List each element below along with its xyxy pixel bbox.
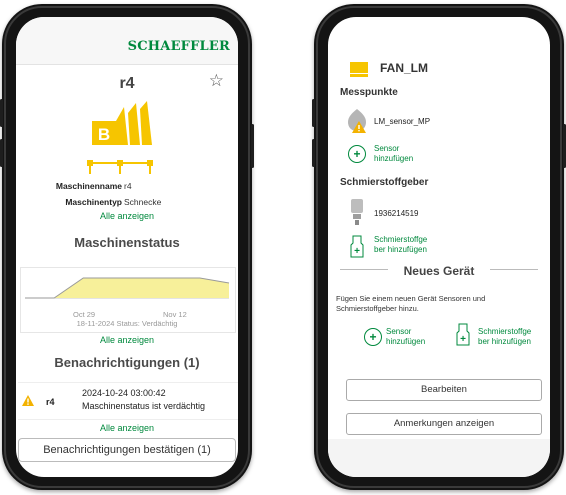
show-all-details-link[interactable]: Alle anzeigen bbox=[16, 211, 238, 221]
show-notes-button[interactable]: Anmerkungen anzeigen bbox=[346, 413, 542, 435]
new-sensor-icon[interactable] bbox=[364, 328, 382, 346]
add-sensor-link[interactable]: Sensor hinzufügen bbox=[374, 144, 413, 164]
show-all-notifications-link[interactable]: Alle anzeigen bbox=[16, 423, 238, 433]
new-device-info: Fügen Sie einem neuen Gerät Sensoren und… bbox=[336, 294, 486, 313]
add-lubricator-icon[interactable]: + bbox=[350, 235, 364, 259]
phone-frame-right: FAN_LM Messpunkte LM_sensor_MP Sensor hi… bbox=[312, 4, 566, 490]
x-tick-label: Nov 12 bbox=[163, 310, 187, 319]
measure-points-heading: Messpunkte bbox=[340, 87, 398, 98]
machine-name-label: Maschinenname bbox=[55, 181, 122, 191]
edit-button[interactable]: Bearbeiten bbox=[346, 379, 542, 401]
sensor-warning-icon[interactable] bbox=[346, 109, 368, 133]
svg-text:B: B bbox=[98, 125, 110, 144]
machine-type-label: Maschinentyp bbox=[65, 197, 122, 207]
confirm-notifications-button[interactable]: Benachrichtigungen bestätigen (1) bbox=[18, 438, 236, 462]
lubricator-id[interactable]: 1936214519 bbox=[374, 209, 419, 218]
notification-machine: r4 bbox=[46, 397, 55, 407]
machine-type-icon: B bbox=[87, 101, 153, 174]
app-header: SCHAEFFLER bbox=[16, 17, 238, 65]
add-lubricator-link[interactable]: Schmierstoffge ber hinzufügen bbox=[374, 235, 427, 255]
notification-time: 2024-10-24 03:00:42 bbox=[82, 388, 166, 398]
notification-item[interactable]: r4 2024-10-24 03:00:42 Maschinenstatus i… bbox=[18, 382, 238, 420]
x-tick-label: Oct 29 bbox=[73, 310, 96, 319]
machine-type-value: Schnecke bbox=[124, 197, 162, 207]
lubricator-icon[interactable] bbox=[350, 199, 364, 225]
device-detail-screen: FAN_LM Messpunkte LM_sensor_MP Sensor hi… bbox=[328, 17, 550, 477]
new-device-heading: Neues Gerät bbox=[397, 264, 481, 278]
svg-text:+: + bbox=[354, 246, 360, 257]
status-summary: 18-11-2024 Status: Verdächtig bbox=[76, 319, 178, 328]
lubricator-heading: Schmierstoffgeber bbox=[340, 177, 429, 188]
add-sensor-icon[interactable] bbox=[348, 145, 366, 163]
phone-frame-left: SCHAEFFLER r4 ☆ B Maschinenname r4 Masch… bbox=[0, 4, 254, 490]
device-title: FAN_LM bbox=[380, 61, 428, 75]
brand-logo: SCHAEFFLER bbox=[127, 39, 230, 54]
status-area bbox=[25, 278, 229, 298]
warning-icon bbox=[22, 395, 34, 406]
machine-status-heading: Maschinenstatus bbox=[74, 235, 180, 250]
status-chart bbox=[25, 277, 230, 299]
machine-name-value: r4 bbox=[124, 181, 132, 191]
device-icon bbox=[350, 62, 368, 77]
svg-text:+: + bbox=[460, 334, 466, 345]
page-title: r4 bbox=[119, 75, 135, 92]
new-lubricator-link[interactable]: Schmierstoffge ber hinzufügen bbox=[478, 327, 531, 347]
sensor-name[interactable]: LM_sensor_MP bbox=[374, 117, 430, 126]
favorite-star-icon[interactable]: ☆ bbox=[209, 71, 224, 91]
new-sensor-link[interactable]: Sensor hinzufügen bbox=[386, 327, 425, 347]
notification-message: Maschinenstatus ist verdächtig bbox=[82, 401, 206, 411]
machine-detail-screen: SCHAEFFLER r4 ☆ B Maschinenname r4 Masch… bbox=[16, 17, 238, 477]
show-all-status-link[interactable]: Alle anzeigen bbox=[16, 335, 238, 345]
new-lubricator-icon[interactable]: + bbox=[456, 323, 470, 347]
notifications-heading: Benachrichtigungen (1) bbox=[54, 355, 200, 370]
